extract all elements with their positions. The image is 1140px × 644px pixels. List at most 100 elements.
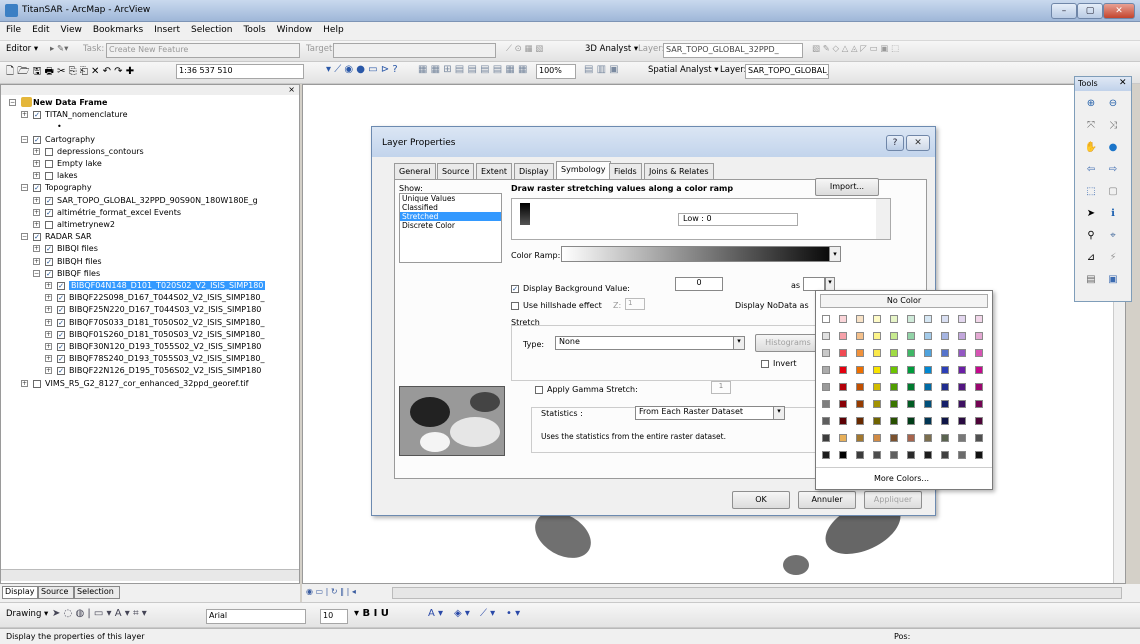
color-swatch[interactable] — [975, 383, 983, 391]
tab-fields[interactable]: Fields — [609, 163, 642, 179]
expand-toggle-icon[interactable]: − — [21, 135, 28, 143]
tab-general[interactable]: General — [394, 163, 436, 179]
color-swatch[interactable] — [958, 451, 966, 459]
toc-row[interactable]: + VIMS_R5_G2_8127_cor_enhanced_32ppd_geor… — [1, 378, 299, 390]
color-swatch[interactable] — [873, 417, 881, 425]
tab-joins-relates[interactable]: Joins & Relates — [644, 163, 714, 179]
color-swatch[interactable] — [873, 451, 881, 459]
show-classified[interactable]: Classified — [400, 203, 501, 212]
layer-visibility-checkbox[interactable]: ✓ — [33, 135, 41, 144]
show-discrete-color[interactable]: Discrete Color — [400, 221, 501, 230]
toc-row[interactable]: − ✓ BIBQF files — [1, 268, 299, 280]
line-color-icon[interactable]: ⟋ ▾ — [480, 608, 495, 619]
color-swatch[interactable] — [958, 383, 966, 391]
ramp-swatch[interactable] — [520, 203, 530, 225]
layer-visibility-checkbox[interactable]: ✓ — [57, 330, 65, 339]
toc-row[interactable]: − ✓ RADAR SAR — [1, 231, 299, 243]
color-swatch[interactable] — [890, 366, 898, 374]
map-horizontal-scrollbar[interactable] — [392, 587, 1122, 599]
tab-symbology[interactable]: Symbology — [556, 161, 611, 179]
color-swatch[interactable] — [941, 366, 949, 374]
color-swatch[interactable] — [975, 332, 983, 340]
color-swatch[interactable] — [822, 315, 830, 323]
layout-view-icons[interactable]: ◉ ▭ | ↻ ‖ | ◂ — [306, 587, 356, 596]
layer-visibility-checkbox[interactable]: ✓ — [45, 196, 53, 205]
color-swatch[interactable] — [924, 332, 932, 340]
expand-toggle-icon[interactable]: − — [21, 233, 28, 241]
toc-row[interactable]: + altimetrynew2 — [1, 219, 299, 231]
layer-visibility-checkbox[interactable]: ✓ — [33, 233, 41, 242]
background-color-chevron-icon[interactable]: ▾ — [825, 277, 835, 291]
pan-icon[interactable]: ✋ — [1084, 141, 1098, 155]
toc-row[interactable]: + ✓ BIBQI files — [1, 243, 299, 255]
color-swatch[interactable] — [958, 417, 966, 425]
layer-visibility-checkbox[interactable] — [45, 147, 53, 156]
color-swatch[interactable] — [839, 400, 847, 408]
gamma-checkbox[interactable] — [535, 386, 543, 394]
toc-row[interactable]: + depressions_contours — [1, 146, 299, 158]
color-swatch[interactable] — [856, 383, 864, 391]
editor-menu[interactable]: Editor ▾ — [6, 44, 38, 54]
layer-visibility-checkbox[interactable]: ✓ — [33, 184, 41, 193]
color-swatch[interactable] — [907, 434, 915, 442]
forward-extent-icon[interactable]: ⇨ — [1106, 163, 1120, 177]
color-swatch[interactable] — [975, 349, 983, 357]
color-swatch[interactable] — [873, 349, 881, 357]
drawing-menu[interactable]: Drawing ▾ — [6, 609, 48, 619]
color-swatch[interactable] — [873, 434, 881, 442]
close-button[interactable]: ✕ — [1103, 3, 1135, 19]
color-swatch[interactable] — [890, 434, 898, 442]
expand-toggle-icon[interactable]: + — [45, 318, 52, 326]
hillshade-checkbox[interactable] — [511, 302, 519, 310]
color-swatch[interactable] — [975, 366, 983, 374]
toc-row[interactable]: + ✓ BIBQF04N148_D101_T020S02_V2_ISIS_SIMP1… — [1, 280, 299, 292]
identify-icon[interactable]: ℹ — [1106, 207, 1120, 221]
toc-row[interactable]: + ✓ BIBQF78S240_D193_T055S03_V2_ISIS_SIMP1… — [1, 353, 299, 365]
layer-visibility-checkbox[interactable]: ✓ — [57, 282, 65, 290]
menu-window[interactable]: Window — [271, 22, 318, 35]
layer-visibility-checkbox[interactable]: ✓ — [57, 318, 65, 327]
import-button[interactable]: Import... — [815, 178, 879, 196]
toc-row[interactable]: + ✓ SAR_TOPO_GLOBAL_32PPD_90S90N_180W180E_… — [1, 195, 299, 207]
toc-scrollbar[interactable] — [1, 569, 299, 581]
3d-analyst-menu[interactable]: 3D Analyst ▾ — [585, 44, 638, 54]
color-swatch[interactable] — [975, 451, 983, 459]
color-swatch[interactable] — [924, 383, 932, 391]
menu-tools[interactable]: Tools — [237, 22, 270, 35]
low-value[interactable]: Low : 0 — [678, 213, 798, 226]
tab-display[interactable]: Display — [2, 586, 38, 599]
color-swatch[interactable] — [958, 366, 966, 374]
fill-color-icon[interactable]: ◈ ▾ — [454, 608, 470, 619]
color-swatch[interactable] — [839, 434, 847, 442]
layer-visibility-checkbox[interactable] — [45, 160, 53, 168]
menu-file[interactable]: File — [0, 22, 26, 35]
color-swatch[interactable] — [890, 349, 898, 357]
toc-row[interactable]: + ✓ TITAN_nomenclature — [1, 109, 299, 121]
layer-visibility-checkbox[interactable] — [33, 379, 41, 388]
minimize-button[interactable]: – — [1051, 3, 1077, 19]
toc-row[interactable]: + ✓ BIBQF25N220_D167_T044S03_V2_ISIS_SIMP1… — [1, 304, 299, 316]
expand-toggle-icon[interactable]: + — [45, 282, 52, 289]
color-swatch[interactable] — [907, 349, 915, 357]
color-swatch[interactable] — [941, 400, 949, 408]
cancel-button[interactable]: Annuler — [798, 491, 856, 509]
color-swatch[interactable] — [907, 417, 915, 425]
color-swatch[interactable] — [924, 315, 932, 323]
zoom-combo[interactable]: 100% — [536, 64, 576, 79]
color-swatch[interactable] — [839, 315, 847, 323]
color-swatch[interactable] — [941, 417, 949, 425]
color-swatch[interactable] — [958, 400, 966, 408]
color-swatch[interactable] — [822, 349, 830, 357]
expand-toggle-icon[interactable]: + — [33, 257, 40, 265]
color-swatch[interactable] — [873, 400, 881, 408]
color-swatch[interactable] — [856, 434, 864, 442]
expand-toggle-icon[interactable]: + — [33, 172, 40, 180]
color-swatch[interactable] — [873, 366, 881, 374]
color-swatch[interactable] — [822, 434, 830, 442]
expand-toggle-icon[interactable]: + — [45, 306, 52, 314]
find-icon[interactable]: ⚲ — [1084, 229, 1098, 243]
color-swatch[interactable] — [975, 400, 983, 408]
layer-visibility-checkbox[interactable]: ✓ — [57, 355, 65, 364]
back-extent-icon[interactable]: ⇦ — [1084, 163, 1098, 177]
color-swatch[interactable] — [924, 400, 932, 408]
